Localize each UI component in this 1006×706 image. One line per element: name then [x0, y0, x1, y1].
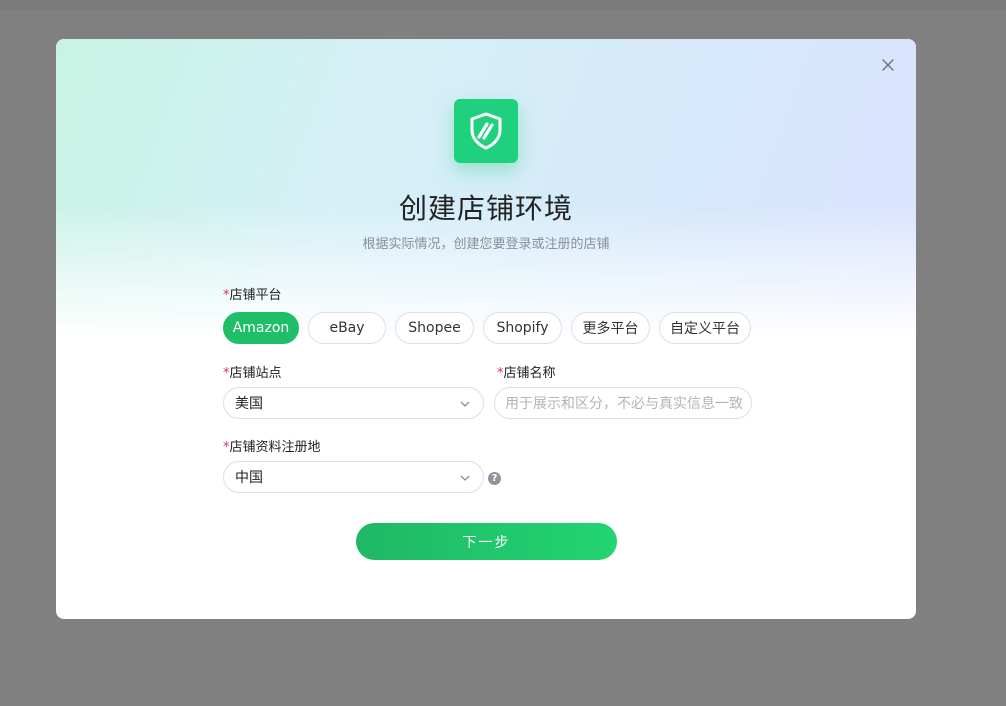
question-circle-icon[interactable]: ? — [488, 472, 501, 485]
store-name-label-text: 店铺名称 — [503, 366, 556, 381]
background-strip — [0, 0, 1006, 10]
close-icon — [882, 59, 894, 71]
site-select-value: 美国 — [235, 396, 263, 412]
platform-option-shopee[interactable]: Shopee — [395, 312, 474, 344]
platform-option-more[interactable]: 更多平台 — [571, 312, 650, 344]
platform-option-amazon[interactable]: Amazon — [223, 312, 299, 344]
close-button[interactable] — [878, 55, 898, 75]
registration-select-value: 中国 — [235, 470, 263, 486]
platform-options: Amazon eBay Shopee Shopify 更多平台 自定义平台 — [223, 312, 751, 344]
platform-option-custom[interactable]: 自定义平台 — [659, 312, 751, 344]
site-label-text: 店铺站点 — [229, 366, 282, 381]
registration-label-text: 店铺资料注册地 — [229, 440, 321, 455]
store-name-input[interactable]: 用于展示和区分，不必与真实信息一致 — [494, 387, 752, 419]
dialog-subtitle: 根据实际情况，创建您要登录或注册的店铺 — [362, 237, 610, 252]
registration-select[interactable]: 中国 — [223, 461, 484, 493]
chevron-down-icon — [460, 401, 470, 407]
platform-label: *店铺平台 — [223, 284, 282, 303]
store-name-placeholder: 用于展示和区分，不必与真实信息一致 — [505, 396, 743, 412]
registration-label: *店铺资料注册地 — [223, 436, 321, 455]
dialog-title: 创建店铺环境 — [398, 192, 573, 225]
platform-option-ebay[interactable]: eBay — [308, 312, 386, 344]
platform-option-shopify[interactable]: Shopify — [483, 312, 562, 344]
store-name-label: *店铺名称 — [497, 362, 556, 381]
platform-label-text: 店铺平台 — [229, 288, 282, 303]
chevron-down-icon — [460, 475, 470, 481]
next-step-button[interactable]: 下一步 — [356, 523, 617, 560]
site-label: *店铺站点 — [223, 362, 282, 381]
shield-logo-icon — [454, 99, 518, 163]
create-store-dialog: 创建店铺环境 根据实际情况，创建您要登录或注册的店铺 *店铺平台 Amazon … — [56, 39, 916, 619]
site-select[interactable]: 美国 — [223, 387, 484, 419]
